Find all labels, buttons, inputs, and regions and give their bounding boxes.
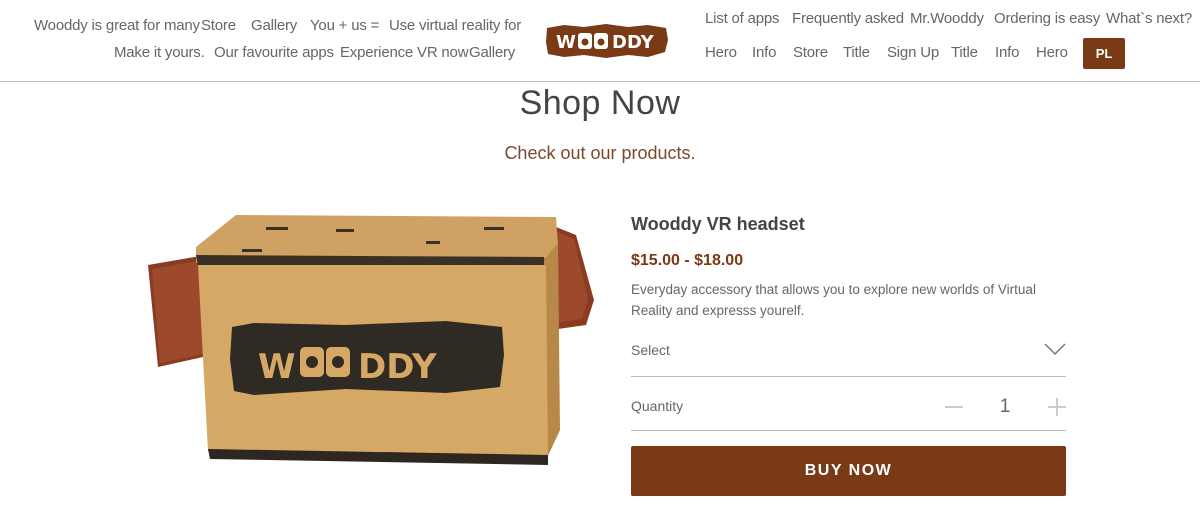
nav-link-list-of-apps[interactable]: List of apps — [705, 10, 780, 27]
svg-text:W: W — [258, 347, 296, 387]
nav-link-make-it-yours[interactable]: Make it yours. — [114, 44, 205, 61]
quantity-value[interactable]: 1 — [995, 396, 1015, 418]
svg-text:W: W — [556, 32, 576, 53]
nav-link-title[interactable]: Title — [843, 44, 870, 61]
nav-link-faq[interactable]: Frequently asked — [792, 10, 904, 27]
product-image: W DDY — [148, 215, 594, 465]
section-subtitle: Check out our products. — [504, 143, 696, 163]
nav-link-info-2[interactable]: Info — [995, 44, 1019, 61]
language-button[interactable]: PL — [1083, 38, 1125, 69]
nav-link-you-us[interactable]: You + us = — [310, 17, 379, 34]
svg-text:DDY: DDY — [358, 347, 437, 387]
nav-link-sign-up[interactable]: Sign Up — [887, 44, 939, 61]
nav-link-info[interactable]: Info — [752, 44, 776, 61]
nav-link-hero-2[interactable]: Hero — [1036, 44, 1068, 61]
select-label: Select — [631, 342, 670, 358]
variant-select[interactable]: Select — [631, 332, 1066, 377]
product-description: Everyday accessory that allows you to ex… — [631, 282, 1036, 318]
nav-link-title-2[interactable]: Title — [951, 44, 978, 61]
svg-text:DDY: DDY — [612, 32, 655, 53]
nav-link-experience-vr[interactable]: Experience VR now — [340, 44, 469, 61]
product-name: Wooddy VR headset — [631, 214, 805, 234]
product-price: $15.00 - $18.00 — [631, 252, 744, 269]
buy-now-button[interactable]: BUY NOW — [631, 446, 1066, 496]
section-title: Shop Now — [519, 84, 681, 122]
chevron-down-icon[interactable] — [1044, 342, 1066, 356]
nav-link-hero[interactable]: Hero — [705, 44, 737, 61]
minus-icon[interactable] — [943, 396, 965, 418]
nav-link-mr-wooddy[interactable]: Mr.Wooddy — [910, 10, 984, 27]
nav-link-wooddy-great[interactable]: Wooddy is great for many — [34, 17, 200, 34]
nav-link-whats-next[interactable]: What`s next? — [1106, 10, 1192, 27]
nav-link-gallery-2[interactable]: Gallery — [469, 44, 515, 61]
plus-icon[interactable] — [1046, 396, 1068, 418]
nav-link-gallery[interactable]: Gallery — [251, 17, 297, 34]
nav-link-favourite-apps[interactable]: Our favourite apps — [214, 44, 334, 61]
site-header: Wooddy is great for many Store Gallery Y… — [0, 0, 1200, 82]
quantity-label: Quantity — [631, 398, 684, 414]
nav-link-ordering[interactable]: Ordering is easy — [994, 10, 1100, 27]
nav-link-use-vr[interactable]: Use virtual reality for — [389, 17, 521, 34]
quantity-stepper: Quantity 1 — [631, 388, 1066, 431]
nav-link-store[interactable]: Store — [201, 17, 236, 34]
nav-link-store-2[interactable]: Store — [793, 44, 828, 61]
wooddy-logo[interactable]: W DDY — [544, 22, 670, 60]
